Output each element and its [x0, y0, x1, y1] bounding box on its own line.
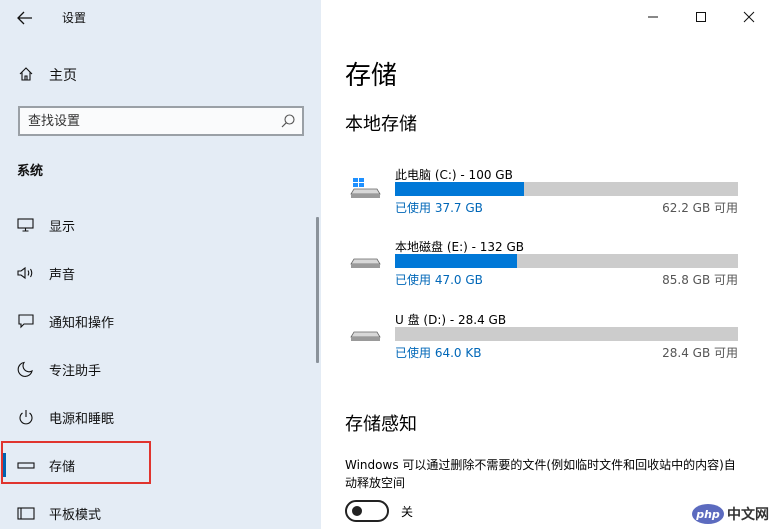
watermark-text: 中文网: [727, 507, 769, 523]
moon-icon: [17, 361, 33, 377]
close-icon: [743, 11, 755, 23]
drive-e[interactable]: 本地磁盘 (E:) - 132 GB 已使用 47.0 GB 85.8 GB 可…: [345, 238, 745, 298]
minimize-icon: [648, 16, 658, 18]
page-title: 存储: [345, 61, 398, 91]
back-arrow-icon: [17, 11, 32, 25]
speaker-icon: [17, 266, 33, 280]
local-storage-heading: 本地存储: [345, 114, 417, 135]
drive-name: 此电脑 (C:) - 100 GB: [395, 168, 513, 182]
sidebar-item-power-sleep[interactable]: 电源和睡眠: [0, 397, 316, 437]
sidebar-item-focus-assist[interactable]: 专注助手: [0, 349, 316, 389]
home-icon: [19, 67, 33, 81]
drive-used: 已使用 47.0 GB: [395, 273, 483, 287]
drive-used: 已使用 37.7 GB: [395, 201, 483, 215]
sidebar-item-label: 存储: [49, 460, 76, 475]
watermark: php 中文网: [692, 503, 769, 525]
maximize-button[interactable]: [677, 0, 725, 34]
php-logo: php: [692, 504, 724, 524]
sidebar-scrollbar[interactable]: [316, 217, 319, 363]
drive-usage-bar: [395, 182, 738, 196]
power-icon: [19, 410, 33, 425]
sidebar-item-notifications[interactable]: 通知和操作: [0, 301, 316, 341]
drive-c[interactable]: 此电脑 (C:) - 100 GB 已使用 37.7 GB 62.2 GB 可用: [345, 166, 745, 226]
section-label-system: 系统: [17, 164, 44, 179]
drive-available: 28.4 GB 可用: [662, 346, 738, 360]
sidebar-item-display[interactable]: 显示: [0, 205, 316, 245]
drive-usage-fill: [395, 254, 518, 268]
sidebar-item-tablet-mode[interactable]: 平板模式: [0, 493, 316, 529]
toggle-state-label: 关: [401, 505, 414, 519]
sidebar-item-label: 通知和操作: [49, 316, 115, 331]
storage-icon: [17, 462, 35, 469]
drive-available: 85.8 GB 可用: [662, 273, 738, 287]
windows-drive-icon: [350, 178, 381, 198]
search-box[interactable]: [18, 106, 304, 136]
window-controls: [629, 0, 773, 34]
back-button[interactable]: [12, 6, 38, 30]
drive-available: 62.2 GB 可用: [662, 201, 738, 215]
sidebar-item-label: 电源和睡眠: [49, 412, 115, 427]
drive-name: U 盘 (D:) - 28.4 GB: [395, 313, 507, 327]
main-content: 存储 本地存储 此电脑 (C:) - 100 GB 已使用 37.7 GB 62…: [321, 0, 773, 529]
minimize-button[interactable]: [629, 0, 677, 34]
title-bar: 设置: [0, 0, 321, 36]
storage-sense-toggle-row: 关: [345, 500, 465, 522]
sidebar-item-label: 显示: [49, 220, 76, 235]
sidebar-item-label: 平板模式: [49, 508, 102, 523]
monitor-icon: [17, 218, 34, 232]
search-input[interactable]: [28, 112, 268, 130]
notification-icon: [18, 314, 34, 329]
search-icon[interactable]: [280, 113, 296, 129]
sidebar-item-label: 主页: [49, 68, 77, 84]
sidebar-item-home[interactable]: 主页: [0, 60, 321, 88]
storage-sense-toggle[interactable]: [345, 500, 389, 522]
storage-sense-heading: 存储感知: [345, 414, 417, 435]
sidebar-item-sound[interactable]: 声音: [0, 253, 316, 293]
drive-used: 已使用 64.0 KB: [395, 346, 482, 360]
sidebar-item-label: 专注助手: [49, 364, 102, 379]
app-title: 设置: [62, 11, 87, 25]
drive-d[interactable]: U 盘 (D:) - 28.4 GB 已使用 64.0 KB 28.4 GB 可…: [345, 311, 745, 371]
drive-icon: [350, 258, 381, 268]
sidebar-item-label: 声音: [49, 268, 76, 283]
maximize-icon: [696, 12, 706, 22]
close-button[interactable]: [725, 0, 773, 34]
drive-usage-bar: [395, 254, 738, 268]
drive-icon: [350, 331, 381, 341]
tablet-icon: [17, 507, 35, 520]
toggle-knob: [352, 506, 362, 516]
sidebar: 设置 主页 系统 显示 声音 通知和操作: [0, 0, 321, 529]
storage-sense-description: Windows 可以通过删除不需要的文件(例如临时文件和回收站中的内容)自动释放…: [345, 458, 736, 490]
drive-usage-bar: [395, 327, 738, 341]
drive-name: 本地磁盘 (E:) - 132 GB: [395, 240, 525, 254]
sidebar-item-storage[interactable]: 存储: [0, 445, 316, 485]
drive-usage-fill: [395, 182, 525, 196]
